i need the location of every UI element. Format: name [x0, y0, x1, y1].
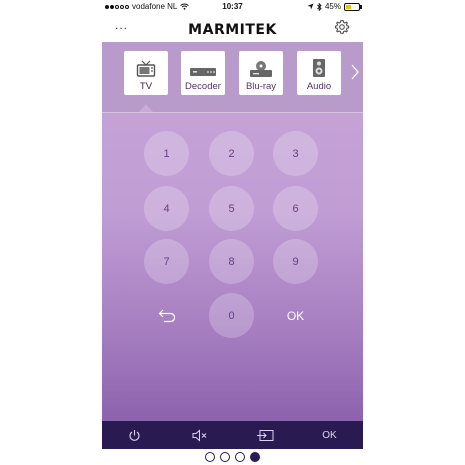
key-6[interactable]: 6: [273, 186, 318, 231]
speaker-icon: [313, 59, 325, 77]
remote-panel: TV Decoder Blu-ray Audio 1 2 3 4 5 6 7 8…: [102, 42, 363, 421]
device-audio[interactable]: Audio: [297, 51, 341, 95]
page-dot-4[interactable]: [250, 452, 260, 462]
brand-logo: MARMITEK: [188, 22, 277, 38]
page-indicator: [102, 450, 363, 464]
battery-fill: [346, 4, 352, 9]
key-4[interactable]: 4: [144, 186, 189, 231]
phone-screen: vodafone NL 10:37 45% ... MARMITEK TV De…: [102, 0, 363, 465]
page-dot-3[interactable]: [235, 452, 245, 462]
gear-icon[interactable]: [334, 19, 350, 35]
bottom-control-bar: OK: [102, 421, 363, 449]
app-header: ... MARMITEK: [102, 14, 363, 42]
device-label: TV: [139, 81, 153, 92]
key-9[interactable]: 9: [273, 239, 318, 284]
key-2[interactable]: 2: [209, 131, 254, 176]
battery-icon: [344, 2, 362, 11]
bluray-icon: [250, 61, 272, 77]
power-button[interactable]: [102, 421, 167, 449]
mute-button[interactable]: [167, 421, 232, 449]
bottom-ok-button[interactable]: OK: [297, 421, 362, 449]
key-3[interactable]: 3: [273, 131, 318, 176]
status-bar: vodafone NL 10:37 45%: [102, 0, 363, 14]
status-right: 45%: [307, 2, 362, 11]
selected-device-caret: [139, 104, 153, 112]
key-8[interactable]: 8: [209, 239, 254, 284]
power-icon: [129, 429, 140, 441]
chevron-right-icon[interactable]: [350, 64, 360, 80]
location-icon: [307, 3, 314, 10]
decoder-icon: [190, 68, 216, 76]
key-0[interactable]: 0: [209, 293, 254, 338]
device-decoder[interactable]: Decoder: [181, 51, 225, 95]
back-button[interactable]: [144, 293, 189, 338]
device-tv[interactable]: TV: [124, 51, 168, 95]
ok-button[interactable]: OK: [273, 293, 318, 338]
tv-icon: [136, 60, 156, 77]
key-7[interactable]: 7: [144, 239, 189, 284]
page-dot-2[interactable]: [220, 452, 230, 462]
input-source-button[interactable]: [232, 421, 297, 449]
device-label: Decoder: [185, 81, 221, 92]
bluetooth-icon: [317, 2, 322, 11]
device-label: Blu-ray: [245, 81, 277, 92]
key-1[interactable]: 1: [144, 131, 189, 176]
device-selector: TV Decoder Blu-ray Audio: [102, 42, 363, 113]
device-bluray[interactable]: Blu-ray: [239, 51, 283, 95]
key-5[interactable]: 5: [209, 186, 254, 231]
device-label: Audio: [306, 81, 332, 92]
page-dot-1[interactable]: [205, 452, 215, 462]
mute-icon: [192, 428, 206, 442]
input-source-icon: [256, 429, 273, 441]
back-arrow-icon: [158, 309, 175, 322]
battery-percent: 45%: [324, 2, 341, 11]
